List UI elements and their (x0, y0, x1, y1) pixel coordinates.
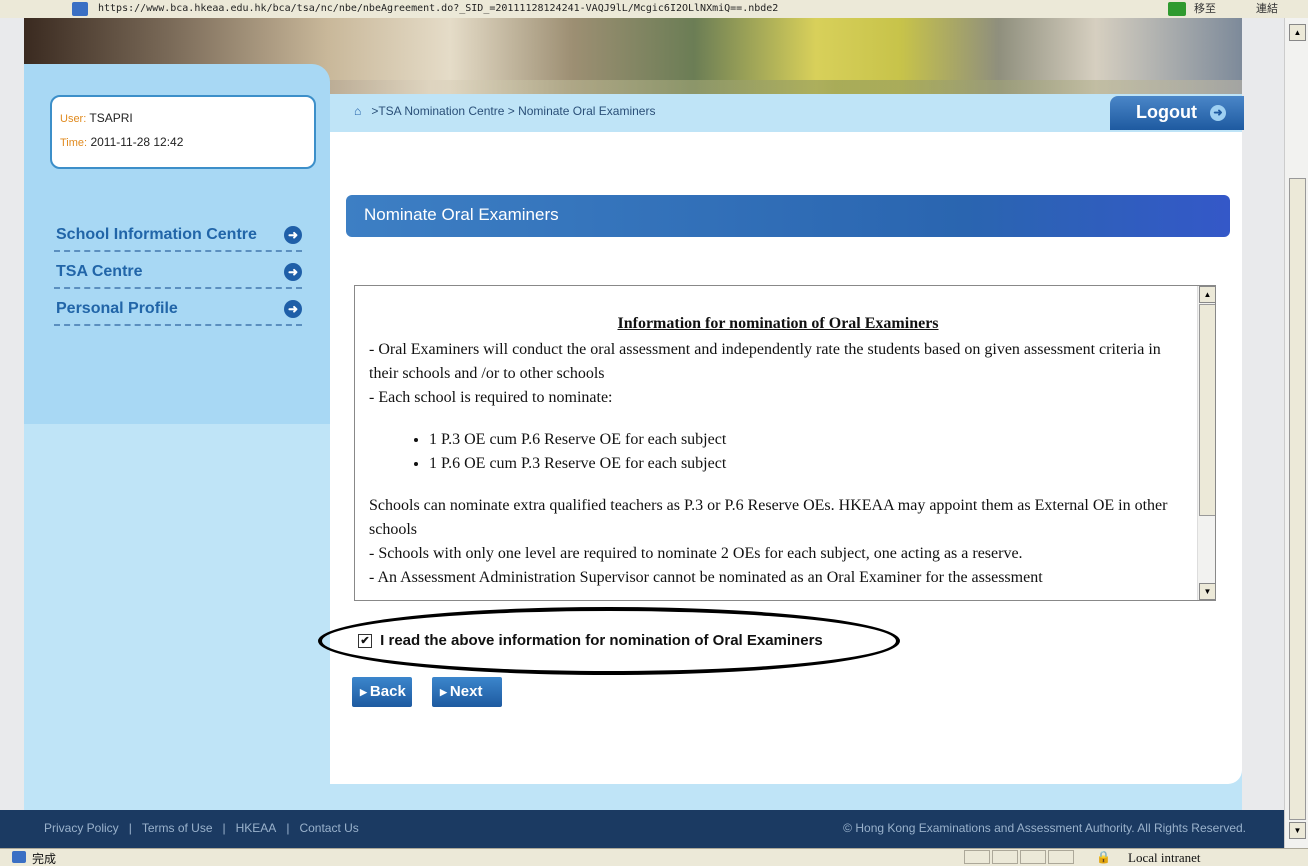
scroll-up-arrow-icon[interactable]: ▲ (1289, 24, 1306, 41)
acknowledge-label[interactable]: I read the above information for nominat… (380, 632, 823, 649)
next-button[interactable]: ▶ Next (432, 677, 502, 707)
time-value: 2011-11-28 12:42 (90, 135, 184, 149)
lock-icon: 🔒 (1096, 850, 1111, 864)
address-bar: https://www.bca.hkeaa.edu.hk/bca/tsa/nc/… (0, 0, 1308, 19)
sidebar-item-school-information-centre[interactable]: School Information Centre ➜ (54, 220, 302, 252)
arrow-right-circle-icon[interactable]: ➜ (284, 300, 302, 318)
info-scrollbar[interactable]: ▲ ▼ (1197, 286, 1215, 600)
page-done-icon (12, 851, 26, 863)
footer-separator: | (222, 821, 226, 835)
footer-link-contact-us[interactable]: Contact Us (299, 821, 358, 835)
go-label[interactable]: 移至 (1194, 0, 1216, 18)
status-panes (964, 850, 1084, 865)
sidebar-item-label[interactable]: Personal Profile (56, 300, 178, 318)
information-text: Information for nomination of Oral Exami… (369, 312, 1187, 590)
arrow-right-circle-icon[interactable]: ➜ (284, 226, 302, 244)
breadcrumb: ⌂ >TSA Nomination Centre > Nominate Oral… (354, 104, 655, 118)
list-item: 1 P.6 OE cum P.3 Reserve OE for each sub… (429, 452, 1187, 476)
page-title-bar: Nominate Oral Examiners (346, 195, 1230, 237)
footer-link-terms-of-use[interactable]: Terms of Use (142, 821, 213, 835)
logout-label[interactable]: Logout (1136, 102, 1197, 123)
sidebar-item-label[interactable]: TSA Centre (56, 263, 143, 281)
page-icon (72, 2, 88, 16)
info-paragraph: - Each school is required to nominate: (369, 389, 613, 406)
sidebar-item-personal-profile[interactable]: Personal Profile ➜ (54, 294, 302, 326)
arrow-right-circle-icon[interactable]: ➜ (284, 263, 302, 281)
footer-links: Privacy Policy | Terms of Use | HKEAA | Contac… (44, 821, 359, 835)
home-icon[interactable]: ⌂ (354, 104, 368, 118)
scroll-up-arrow-icon[interactable]: ▲ (1199, 286, 1215, 303)
information-title: Information for nomination of Oral Exami… (617, 315, 939, 332)
user-info-box: User: TSAPRI Time: 2011-11-28 12:42 (50, 95, 316, 169)
scroll-thumb[interactable] (1289, 178, 1306, 820)
user-value: TSAPRI (89, 111, 133, 125)
info-paragraph: - An Assessment Administration Superviso… (369, 569, 1043, 586)
back-button[interactable]: ▶ Back (352, 677, 412, 707)
security-zone: Local intranet (1128, 850, 1201, 865)
url-field[interactable]: https://www.bca.hkeaa.edu.hk/bca/tsa/nc/… (98, 0, 778, 18)
list-item: 1 P.3 OE cum P.6 Reserve OE for each sub… (429, 428, 1187, 452)
footer-link-hkeaa[interactable]: HKEAA (236, 821, 277, 835)
sidebar-item-tsa-centre[interactable]: TSA Centre ➜ (54, 257, 302, 289)
go-button[interactable] (1168, 2, 1186, 16)
information-scroll-box[interactable]: Information for nomination of Oral Exami… (354, 285, 1216, 601)
page-scrollbar[interactable]: ▲ ▼ (1284, 18, 1308, 848)
user-key: User: (60, 113, 87, 125)
page-canvas: User: TSAPRI Time: 2011-11-28 12:42 Scho… (24, 18, 1244, 833)
browser-status-bar: 完成 🔒 Local intranet (0, 848, 1308, 866)
acknowledge-row: ✔ I read the above information for nomin… (358, 632, 823, 649)
nomination-list: 1 P.3 OE cum P.6 Reserve OE for each sub… (369, 428, 1187, 476)
footer-separator: | (286, 821, 290, 835)
sidebar-item-label[interactable]: School Information Centre (56, 226, 257, 244)
acknowledge-checkbox[interactable]: ✔ (358, 634, 372, 649)
logout-button[interactable]: Logout ➜ (1110, 96, 1244, 130)
main-content: ⌂ >TSA Nomination Centre > Nominate Oral… (318, 94, 1244, 784)
time-key: Time: (60, 137, 88, 149)
back-label[interactable]: Back (370, 683, 406, 700)
scroll-thumb[interactable] (1199, 304, 1215, 516)
triangle-right-icon: ▶ (440, 687, 447, 698)
info-paragraph: - Oral Examiners will conduct the oral a… (369, 341, 1161, 382)
footer: Privacy Policy | Terms of Use | HKEAA | Contac… (0, 810, 1284, 848)
info-paragraph: - Schools with only one level are requir… (369, 545, 1023, 562)
copyright-text: © Hong Kong Examinations and Assessment … (843, 821, 1246, 835)
status-text: 完成 (32, 852, 57, 866)
scroll-down-arrow-icon[interactable]: ▼ (1199, 583, 1215, 600)
arrow-right-circle-icon[interactable]: ➜ (1210, 105, 1226, 121)
next-label[interactable]: Next (450, 683, 483, 700)
footer-link-privacy-policy[interactable]: Privacy Policy (44, 821, 119, 835)
scroll-down-arrow-icon[interactable]: ▼ (1289, 822, 1306, 839)
footer-separator: | (128, 821, 132, 835)
breadcrumb-bar: ⌂ >TSA Nomination Centre > Nominate Oral… (330, 94, 1242, 132)
browser-viewport: User: TSAPRI Time: 2011-11-28 12:42 Scho… (0, 18, 1284, 848)
breadcrumb-text[interactable]: >TSA Nomination Centre > Nominate Oral E… (371, 104, 655, 118)
links-label[interactable]: 連結 (1256, 0, 1278, 18)
info-paragraph: Schools can nominate extra qualified tea… (369, 497, 1168, 538)
triangle-right-icon: ▶ (360, 687, 367, 698)
page-title: Nominate Oral Examiners (364, 205, 559, 224)
